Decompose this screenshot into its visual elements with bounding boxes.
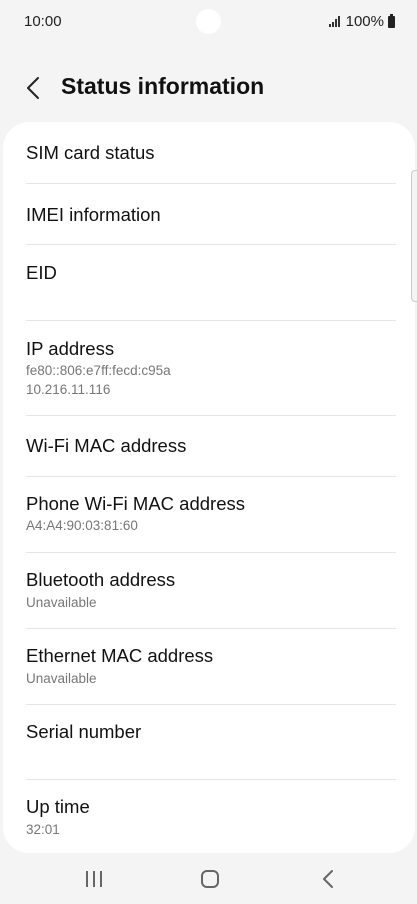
- status-time: 10:00: [24, 13, 62, 30]
- list-item-label: IMEI information: [26, 204, 161, 225]
- status-bar: 10:00 100%: [0, 0, 417, 44]
- navigation-bar: [0, 853, 417, 904]
- list-item-bluetooth-address[interactable]: Bluetooth address Unavailable: [3, 553, 415, 628]
- page-title: Status information: [61, 73, 265, 99]
- list-item-value: A4:A4:90:03:81:60: [26, 518, 138, 533]
- status-indicators: 100%: [328, 13, 395, 30]
- list-item-ip-address[interactable]: IP address fe80::806:e7ff:fecd:c95a 10.2…: [3, 321, 415, 415]
- ip-address-ipv6: fe80::806:e7ff:fecd:c95a: [26, 363, 171, 378]
- battery-icon: [388, 13, 395, 28]
- camera-cutout: [196, 9, 221, 34]
- list-item-imei-information[interactable]: IMEI information: [3, 184, 415, 244]
- list-item-label: IP address: [26, 338, 115, 359]
- recent-apps-icon[interactable]: [84, 870, 104, 888]
- home-icon[interactable]: [201, 870, 219, 888]
- app-header: Status information: [0, 60, 417, 116]
- list-item-phone-wifi-mac-address[interactable]: Phone Wi-Fi MAC address A4:A4:90:03:81:6…: [3, 477, 415, 552]
- list-item-label: Phone Wi-Fi MAC address: [26, 493, 245, 514]
- list-item-ethernet-mac-address[interactable]: Ethernet MAC address Unavailable: [3, 629, 415, 704]
- list-item-label: Bluetooth address: [26, 569, 176, 590]
- list-item-wifi-mac-address[interactable]: Wi-Fi MAC address: [3, 416, 415, 476]
- status-list: SIM card status IMEI information EID IP …: [3, 122, 415, 853]
- back-icon[interactable]: [318, 868, 338, 890]
- ip-address-ipv4: 10.216.11.116: [26, 382, 111, 397]
- list-item-value: Unavailable: [26, 671, 97, 686]
- list-item-up-time[interactable]: Up time 32:01: [3, 780, 415, 853]
- battery-percentage: 100%: [345, 13, 384, 30]
- list-item-eid[interactable]: EID: [3, 245, 415, 320]
- list-item-label: Wi-Fi MAC address: [26, 435, 187, 456]
- scrollbar[interactable]: [411, 170, 417, 302]
- list-item-label: Ethernet MAC address: [26, 645, 214, 666]
- list-item-label: EID: [26, 262, 57, 283]
- list-item-value: Unavailable: [26, 595, 97, 610]
- list-item-sim-card-status[interactable]: SIM card status: [3, 122, 415, 183]
- list-item-label: Up time: [26, 796, 90, 817]
- list-item-serial-number[interactable]: Serial number: [3, 705, 415, 779]
- list-item-value: 32:01: [26, 822, 60, 837]
- list-item-label: SIM card status: [26, 142, 155, 163]
- list-item-label: Serial number: [26, 721, 142, 742]
- back-arrow-icon[interactable]: [20, 74, 48, 102]
- signal-icon: [328, 16, 340, 27]
